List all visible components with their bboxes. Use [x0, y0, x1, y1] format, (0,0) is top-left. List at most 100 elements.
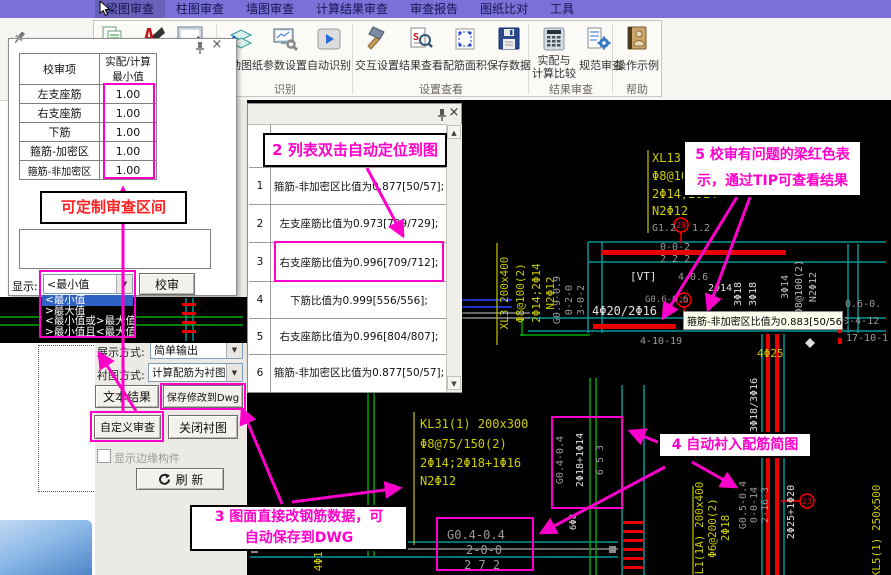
result-search-icon[interactable]: S [408, 26, 434, 52]
ribbon-button-rebar-area[interactable]: 配筋面积 [443, 60, 487, 72]
list-row-number: 4 [249, 282, 271, 318]
annotation-5-line1: 5 校审有问题的梁红色表 [685, 142, 860, 168]
cad-text: 0-0-2 [660, 242, 690, 253]
cad-text[interactable]: Φ8@75/150(2) [420, 437, 507, 451]
table-row-name: 箍筋-加密区 [19, 141, 100, 161]
ribbon-button-compare-line2[interactable]: 计算比较 [531, 68, 577, 80]
annotation-4-auto-underlay: 4 自动衬入配筋简图 [658, 432, 812, 458]
list-item[interactable]: 右支座筋比值为0.996[709/712]; [271, 243, 447, 281]
list-item[interactable]: 箍筋-非加密区比值为0.877[50/57]; [271, 355, 447, 390]
ribbon-button-result-view[interactable]: 结果查看 [399, 60, 443, 72]
ribbon-button-example[interactable]: 操作示例 [614, 60, 660, 72]
save-floppy-icon[interactable] [496, 26, 522, 52]
tab-wall-review[interactable]: 墙图审查 [235, 0, 305, 18]
table-row-name: 左支座筋 [19, 84, 100, 104]
dropdown-option[interactable]: >最小值且<最大值 [42, 327, 133, 338]
mouse-cursor-icon [99, 1, 113, 17]
cad-text: 0.6-0. [845, 299, 881, 310]
dropdown-option[interactable]: <最小值或>最大值 [42, 316, 133, 327]
list-item[interactable]: 左支座筋比值为0.973[709/729]; [271, 205, 447, 242]
tab-drawing-compare[interactable]: 图纸比对 [469, 0, 539, 18]
cad-text: G0.4-0.4 [447, 528, 505, 542]
cad-text[interactable]: KL31(1) 200x300 [420, 417, 528, 431]
annotation-3-line1: 3 图面直接改钢筋数据，可 [192, 507, 406, 528]
display-combo[interactable]: <最小值 ▼ [43, 274, 133, 294]
calculator-icon[interactable] [541, 26, 567, 52]
ribbon-group-label: 设置查看 [355, 84, 527, 96]
ribbon-button-interactive-settings[interactable]: 交互设置 [355, 60, 399, 72]
close-icon[interactable]: × [447, 105, 461, 121]
ribbon-separator [352, 24, 353, 94]
tab-review-report[interactable]: 审查报告 [399, 0, 469, 18]
parameter-settings-icon[interactable] [272, 26, 298, 52]
cad-text: 2-0-0 [466, 543, 502, 557]
beam-result-tooltip: 箍筋-非加密区比值为0.883[50/56]; [683, 311, 843, 330]
cad-text: 1.2 [692, 223, 710, 234]
table-header-value: 实配/计算 最小值 [99, 53, 157, 85]
ribbon-group-label: 识别 [219, 84, 351, 96]
cad-text: G0.4-0.4 [555, 436, 566, 484]
cad-text: 0-2-0 [564, 285, 575, 315]
auto-recognize-icon[interactable] [316, 26, 342, 52]
rebar-area-icon[interactable] [452, 26, 478, 52]
list-item[interactable]: 右支座筋比值为0.996[804/807]; [271, 319, 447, 354]
result-list-titlebar [248, 104, 461, 125]
cad-text: Φ6@200(2) [706, 498, 719, 558]
ribbon-button-auto-recognize[interactable]: 自动识别 [307, 60, 351, 72]
cad-text: 2 7 2 [464, 558, 500, 572]
cad-text[interactable]: 2Φ14;2Φ18+1Φ16 [420, 456, 521, 470]
cad-text: 3Φ18 [733, 282, 744, 306]
pin-icon[interactable] [194, 41, 206, 55]
dropdown-option[interactable]: <最小值 [42, 295, 133, 306]
cad-text: KL5(1) 250x500 [870, 485, 883, 575]
ribbon-group-label: 结果审查 [531, 84, 611, 96]
cad-text: Φ8@100(2) [794, 260, 805, 314]
custom-review-panel: × 校审项 实配/计算 最小值 左支座筋 1.00 右支座筋 1.00 下筋 1… [8, 38, 237, 296]
cad-text: 3Φ18/3Φ16 [749, 378, 760, 432]
scroll-down-icon[interactable]: ▼ [447, 376, 461, 390]
list-item[interactable]: 箍筋-非加密区比值为0.877[50/57]; [271, 168, 447, 204]
close-icon[interactable]: × [209, 37, 225, 53]
cad-text: [VT] [630, 270, 657, 283]
cad-badge: 29 [676, 221, 686, 230]
cad-text: 4-10-19 [640, 336, 682, 347]
cad-text: N2Φ12 [652, 204, 688, 218]
menu-bar: 梁图审查 柱图审查 墙图审查 计算结果审查 审查报告 图纸比对 工具 [0, 0, 891, 18]
hammer-icon[interactable] [364, 26, 390, 52]
cad-text: 2Φ18 [719, 515, 732, 542]
ribbon-button-compare-line1[interactable]: 实配与 [531, 55, 577, 67]
ribbon-button-parameter-settings[interactable]: 参数设置 [263, 60, 307, 72]
table-row-name: 右支座筋 [19, 103, 100, 123]
table-row-value[interactable]: 1.00 [99, 141, 157, 161]
table-row-name: 箍筋-非加密区 [19, 160, 100, 180]
check-review-button[interactable]: 校审 [139, 273, 195, 295]
example-book-icon[interactable] [624, 25, 650, 52]
cad-text: N2Φ12 [808, 272, 819, 302]
scroll-up-icon[interactable]: ▲ [447, 125, 461, 139]
cad-text: 2-16-3 [760, 487, 771, 523]
ribbon-button-save-data[interactable]: 保存数据 [487, 60, 531, 72]
code-check-icon[interactable] [586, 26, 612, 52]
cad-text: 2Φ18+1Φ14 [575, 433, 586, 487]
tab-calc-result-review[interactable]: 计算结果审查 [305, 0, 399, 18]
cad-text: G0.9-0.9 [552, 276, 563, 324]
scrollbar[interactable] [446, 124, 462, 392]
list-item[interactable]: 下筋比值为0.999[556/556]; [271, 282, 447, 318]
list-row-number: 2 [249, 205, 271, 242]
table-row-value[interactable]: 1.00 [99, 122, 157, 142]
svg-text:S: S [413, 32, 419, 43]
empty-listbox[interactable] [19, 229, 211, 269]
tab-tools[interactable]: 工具 [539, 0, 585, 18]
table-row-value[interactable]: 1.00 [99, 160, 157, 180]
cad-text[interactable]: N2Φ12 [420, 474, 456, 488]
cad-text: XL3 200x400 [498, 257, 511, 330]
table-row-value[interactable]: 1.00 [99, 84, 157, 104]
cad-text: 3-0-2 [576, 285, 587, 315]
tab-column-review[interactable]: 柱图审查 [165, 0, 235, 18]
chevron-down-icon[interactable]: ▼ [116, 275, 132, 293]
table-header-item: 校审项 [19, 53, 100, 85]
cad-text: 4Φ20/2Φ16 [592, 304, 657, 318]
display-combo-value: <最小值 [44, 276, 116, 292]
table-header-value-line2: 最小值 [112, 69, 144, 84]
table-row-value[interactable]: 1.00 [99, 103, 157, 123]
